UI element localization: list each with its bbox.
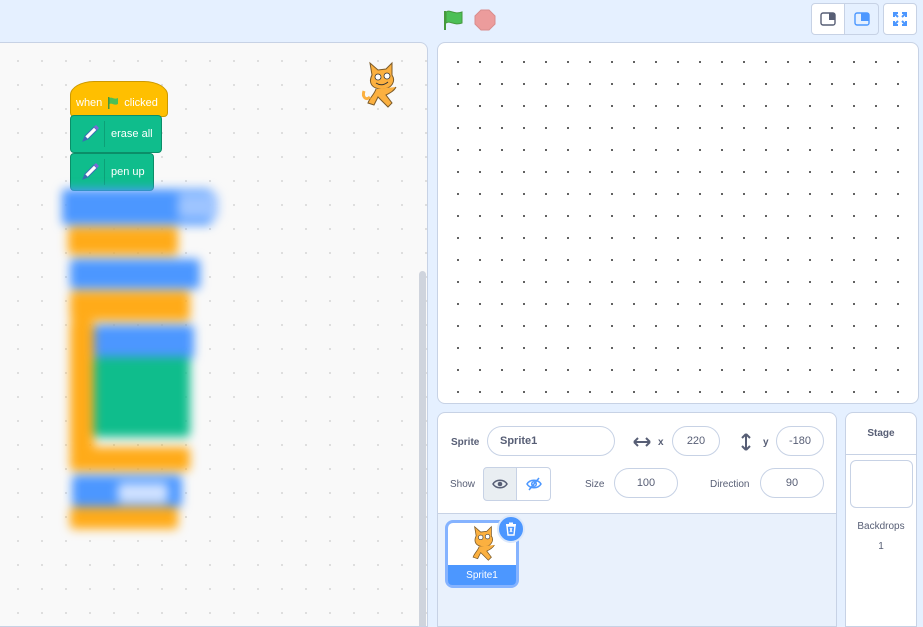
stage-layout-buttons	[811, 3, 917, 35]
sprite-tile-name: Sprite1	[448, 565, 516, 585]
pen-up-label: pen up	[111, 166, 145, 178]
y-label: y	[763, 437, 769, 448]
code-scrollbar[interactable]	[419, 271, 426, 626]
pen-icon	[79, 121, 105, 147]
stop-button[interactable]	[474, 9, 496, 31]
visibility-toggle-group	[483, 467, 551, 501]
show-sprite-button[interactable]	[483, 467, 517, 501]
cat-sprite-icon	[362, 61, 397, 108]
small-stage-button[interactable]	[811, 3, 845, 35]
delete-sprite-button[interactable]	[497, 515, 525, 543]
eye-icon	[492, 479, 508, 489]
sprite-name-input[interactable]: Sprite1	[487, 426, 615, 456]
obscured-blocks	[58, 189, 238, 529]
pen-icon	[79, 159, 105, 185]
hat-prefix-label: when	[76, 97, 103, 109]
stop-sign-icon	[474, 9, 496, 31]
hide-sprite-button[interactable]	[517, 467, 551, 501]
hat-suffix-label: clicked	[124, 97, 158, 109]
direction-input[interactable]: 90	[760, 468, 824, 498]
show-label: Show	[450, 479, 476, 490]
size-input[interactable]: 100	[614, 468, 678, 498]
backdrops-label: Backdrops	[857, 521, 905, 532]
size-label: Size	[585, 479, 605, 490]
horizontal-arrows-icon	[633, 437, 651, 447]
erase-all-label: erase all	[111, 128, 153, 140]
green-flag-icon	[108, 97, 119, 109]
y-input[interactable]: -180	[776, 426, 824, 456]
stage-thumbnail[interactable]	[850, 460, 913, 508]
pen-up-block[interactable]: pen up	[70, 153, 154, 191]
large-stage-icon	[853, 12, 870, 26]
stage-canvas[interactable]	[437, 42, 919, 404]
direction-label: Direction	[710, 479, 750, 490]
cat-sprite-icon	[472, 525, 495, 561]
green-flag-icon	[444, 10, 463, 30]
fullscreen-icon	[893, 12, 907, 26]
stage-selector-title: Stage	[846, 413, 916, 455]
erase-all-block[interactable]: erase all	[70, 115, 162, 153]
eye-hidden-icon	[525, 477, 542, 491]
small-stage-icon	[820, 12, 836, 26]
code-workspace[interactable]: when clicked erase all pen up	[0, 42, 428, 627]
large-stage-button[interactable]	[845, 3, 879, 35]
stage-header-bar	[0, 0, 923, 42]
vertical-arrows-icon	[741, 433, 751, 451]
sprite-label: Sprite	[451, 437, 480, 448]
stage-selector-panel[interactable]: Stage Backdrops 1	[845, 412, 917, 627]
backdrops-count: 1	[878, 541, 884, 552]
when-flag-clicked-block[interactable]: when clicked	[70, 81, 168, 117]
current-sprite-thumbnail	[360, 61, 402, 113]
trash-icon	[506, 522, 516, 536]
x-label: x	[658, 437, 664, 448]
x-input[interactable]: 220	[672, 426, 720, 456]
fullscreen-button[interactable]	[883, 3, 917, 35]
green-flag-button[interactable]	[440, 8, 466, 32]
